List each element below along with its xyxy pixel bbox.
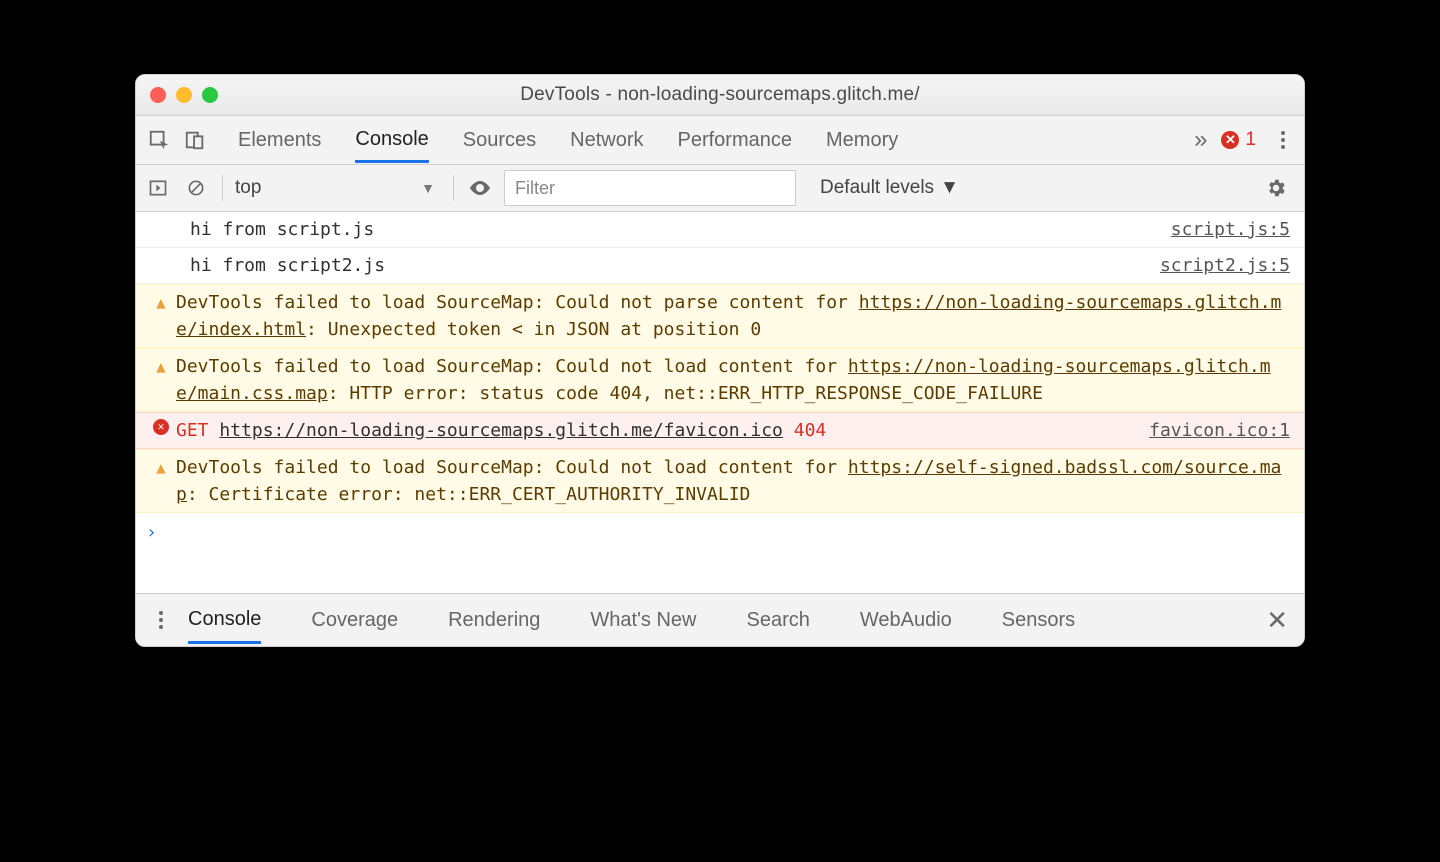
drawer-tab-console[interactable]: Console bbox=[188, 596, 261, 644]
log-text: hi from script.js bbox=[176, 216, 1161, 243]
drawer-tab-sensors[interactable]: Sensors bbox=[1002, 597, 1075, 644]
console-toolbar: top ▼ Default levels ▼ bbox=[136, 165, 1304, 212]
console-input-area[interactable]: › bbox=[136, 513, 1304, 593]
log-levels-label: Default levels bbox=[820, 177, 934, 199]
console-settings-icon[interactable] bbox=[1262, 174, 1290, 202]
drawer-menu-icon[interactable] bbox=[144, 611, 178, 629]
drawer-tab-whatsnew[interactable]: What's New bbox=[590, 597, 696, 644]
clear-console-icon[interactable] bbox=[182, 174, 210, 202]
tab-memory[interactable]: Memory bbox=[826, 119, 898, 162]
more-tabs-icon[interactable]: » bbox=[1194, 126, 1207, 154]
warning-text: DevTools failed to load SourceMap: Could… bbox=[176, 289, 1290, 343]
error-icon: ✕ bbox=[1221, 131, 1239, 149]
show-sidebar-icon[interactable] bbox=[144, 174, 172, 202]
drawer-tabs: Console Coverage Rendering What's New Se… bbox=[188, 596, 1258, 644]
tab-console[interactable]: Console bbox=[355, 118, 428, 163]
chevron-down-icon: ▼ bbox=[421, 180, 435, 196]
titlebar: DevTools - non-loading-sourcemaps.glitch… bbox=[136, 75, 1304, 116]
main-tabstrip: Elements Console Sources Network Perform… bbox=[136, 116, 1304, 165]
tab-network[interactable]: Network bbox=[570, 119, 643, 162]
tab-performance[interactable]: Performance bbox=[678, 119, 793, 162]
devtools-window: DevTools - non-loading-sourcemaps.glitch… bbox=[135, 74, 1305, 647]
inspect-element-icon[interactable] bbox=[144, 125, 174, 155]
context-selector[interactable]: top ▼ bbox=[235, 177, 441, 199]
console-error-row[interactable]: ✕ GET https://non-loading-sourcemaps.gli… bbox=[136, 412, 1304, 449]
main-tabs: Elements Console Sources Network Perform… bbox=[238, 118, 1180, 163]
tab-sources[interactable]: Sources bbox=[463, 119, 536, 162]
warning-text: DevTools failed to load SourceMap: Could… bbox=[176, 353, 1290, 407]
source-link[interactable]: script.js:5 bbox=[1171, 216, 1290, 243]
source-link[interactable]: script2.js:5 bbox=[1160, 252, 1290, 279]
close-window-button[interactable] bbox=[150, 87, 166, 103]
console-warning-row[interactable]: ▲ DevTools failed to load SourceMap: Cou… bbox=[136, 449, 1304, 513]
context-label: top bbox=[235, 177, 261, 199]
tab-elements[interactable]: Elements bbox=[238, 119, 321, 162]
close-drawer-icon[interactable]: ✕ bbox=[1258, 605, 1296, 636]
url-link[interactable]: https://non-loading-sourcemaps.glitch.me… bbox=[219, 420, 783, 441]
error-text: GET https://non-loading-sourcemaps.glitc… bbox=[176, 417, 1139, 444]
zoom-window-button[interactable] bbox=[202, 87, 218, 103]
error-count: 1 bbox=[1245, 129, 1256, 151]
separator bbox=[222, 175, 223, 201]
drawer-tab-rendering[interactable]: Rendering bbox=[448, 597, 540, 644]
error-count-badge[interactable]: ✕ 1 bbox=[1221, 129, 1256, 151]
drawer-tabstrip: Console Coverage Rendering What's New Se… bbox=[136, 593, 1304, 646]
settings-menu-icon[interactable] bbox=[1266, 131, 1300, 149]
error-icon: ✕ bbox=[153, 419, 169, 435]
prompt-chevron-icon: › bbox=[136, 513, 1304, 570]
device-toolbar-icon[interactable] bbox=[180, 125, 210, 155]
window-title: DevTools - non-loading-sourcemaps.glitch… bbox=[520, 84, 920, 106]
chevron-down-icon: ▼ bbox=[940, 177, 959, 199]
console-output: hi from script.js script.js:5 hi from sc… bbox=[136, 212, 1304, 593]
console-log-row[interactable]: hi from script.js script.js:5 bbox=[136, 212, 1304, 248]
drawer-tab-search[interactable]: Search bbox=[746, 597, 809, 644]
source-link[interactable]: favicon.ico:1 bbox=[1149, 417, 1290, 444]
log-text: hi from script2.js bbox=[176, 252, 1150, 279]
drawer-tab-webaudio[interactable]: WebAudio bbox=[860, 597, 952, 644]
minimize-window-button[interactable] bbox=[176, 87, 192, 103]
warning-text: DevTools failed to load SourceMap: Could… bbox=[176, 454, 1290, 508]
filter-input[interactable] bbox=[504, 170, 796, 206]
console-log-row[interactable]: hi from script2.js script2.js:5 bbox=[136, 248, 1304, 284]
log-levels-selector[interactable]: Default levels ▼ bbox=[820, 177, 959, 199]
warning-icon: ▲ bbox=[156, 291, 166, 315]
console-warning-row[interactable]: ▲ DevTools failed to load SourceMap: Cou… bbox=[136, 284, 1304, 348]
warning-icon: ▲ bbox=[156, 355, 166, 379]
drawer-tab-coverage[interactable]: Coverage bbox=[311, 597, 398, 644]
live-expression-icon[interactable] bbox=[466, 174, 494, 202]
separator bbox=[453, 175, 454, 201]
window-controls bbox=[150, 87, 218, 103]
console-warning-row[interactable]: ▲ DevTools failed to load SourceMap: Cou… bbox=[136, 348, 1304, 412]
warning-icon: ▲ bbox=[156, 456, 166, 480]
